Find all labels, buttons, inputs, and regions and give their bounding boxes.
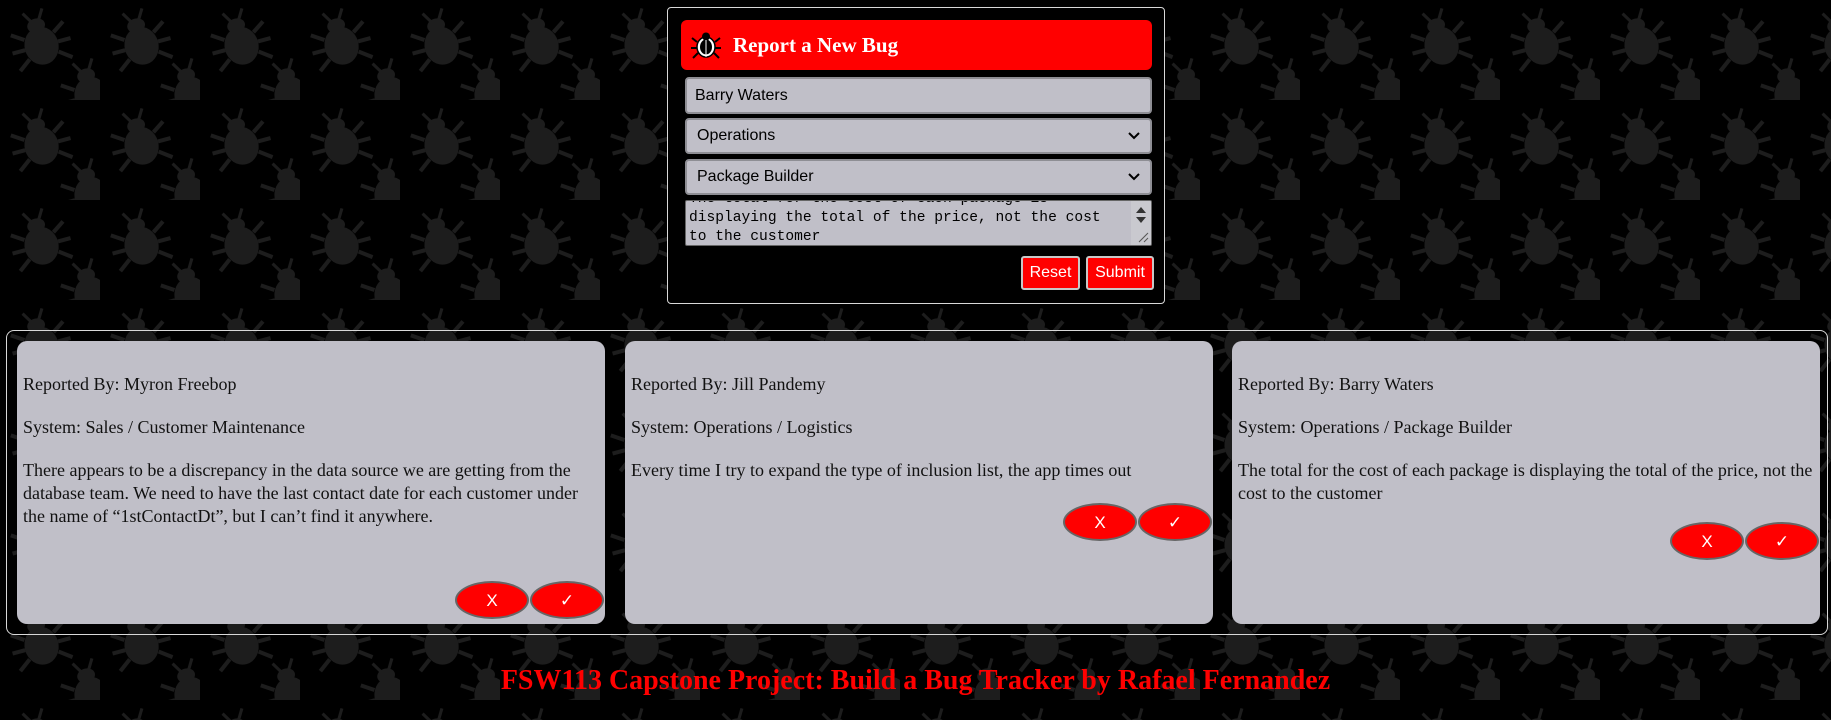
bug-system: System: Sales / Customer Maintenance [23,417,305,437]
description-value: The total for the cost of each package i… [689,201,1101,245]
bug-report-form: Report a New Bug Barry Waters Operations… [667,7,1165,304]
department-selected-value: Operations [697,127,776,144]
chevron-down-icon [1128,173,1140,181]
bug-system: System: Operations / Logistics [631,417,853,437]
bug-list: Reported By: Myron Freebop System: Sales… [6,330,1828,635]
bug-description: There appears to be a discrepancy in the… [23,460,578,526]
delete-bug-button[interactable]: X [1063,503,1137,541]
description-textarea[interactable]: The total for the cost of each package i… [685,200,1152,246]
reset-button[interactable]: Reset [1021,256,1080,290]
reporter-name-value: Barry Waters [695,87,788,104]
bug-card: Reported By: Jill Pandemy System: Operat… [625,341,1213,624]
delete-bug-button[interactable]: X [1670,522,1744,560]
system-select[interactable]: Package Builder [685,159,1152,195]
bug-description: The total for the cost of each package i… [1238,460,1813,503]
bug-card: Reported By: Myron Freebop System: Sales… [17,341,605,624]
submit-button[interactable]: Submit [1086,256,1154,290]
bug-icon [691,32,721,59]
scroll-down-icon[interactable] [1136,217,1146,223]
resolve-bug-button[interactable]: ✓ [1745,522,1819,560]
page-footer-title: FSW113 Capstone Project: Build a Bug Tra… [500,665,1331,696]
bug-description: Every time I try to expand the type of i… [631,460,1132,480]
bug-card: Reported By: Barry Waters System: Operat… [1232,341,1820,624]
page: Report a New Bug Barry Waters Operations… [0,0,1831,720]
resolve-bug-button[interactable]: ✓ [530,581,604,619]
delete-bug-button[interactable]: X [455,581,529,619]
scroll-up-icon[interactable] [1136,207,1146,213]
form-header: Report a New Bug [681,20,1152,70]
resolve-bug-button[interactable]: ✓ [1138,503,1212,541]
form-title: Report a New Bug [733,32,899,57]
reported-by: Reported By: Jill Pandemy [631,374,826,394]
reported-by: Reported By: Myron Freebop [23,374,237,394]
reporter-name-input[interactable]: Barry Waters [685,77,1152,114]
bug-system: System: Operations / Package Builder [1238,417,1512,437]
chevron-down-icon [1128,132,1140,140]
reported-by: Reported By: Barry Waters [1238,374,1434,394]
resize-grip-icon[interactable] [1137,231,1149,243]
system-selected-value: Package Builder [697,168,814,185]
department-select[interactable]: Operations [685,118,1152,154]
